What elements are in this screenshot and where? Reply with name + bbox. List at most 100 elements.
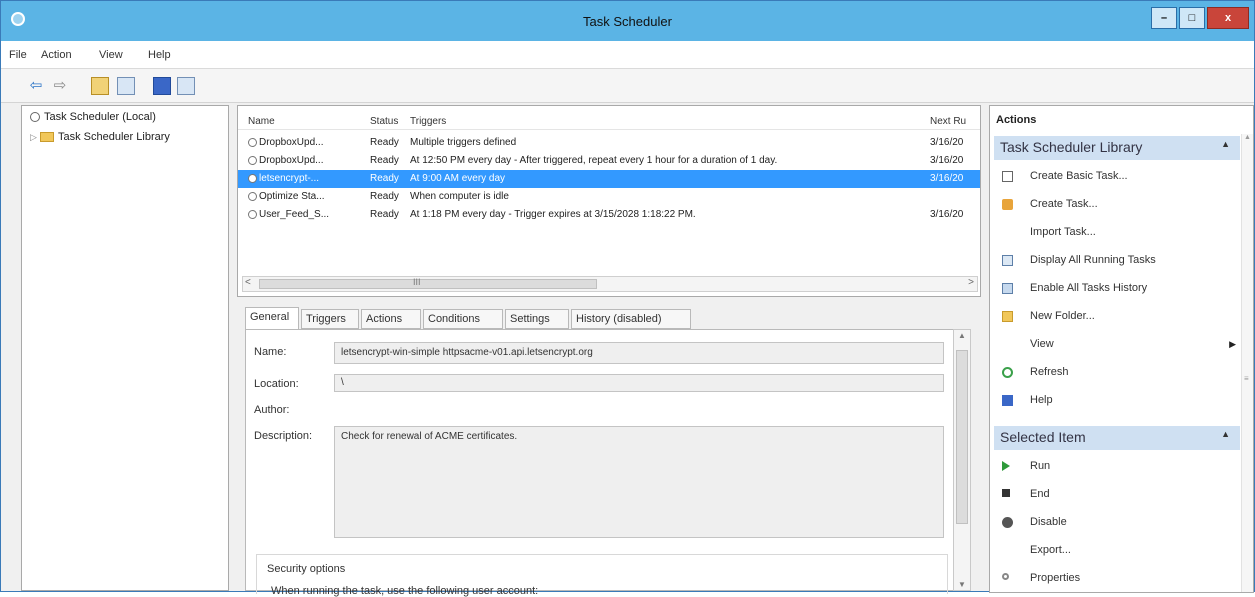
- task-triggers: At 1:18 PM every day - Trigger expires a…: [410, 209, 696, 220]
- task-clock-icon: [248, 155, 257, 165]
- task-status: Ready: [370, 173, 399, 184]
- action-help[interactable]: Help: [994, 386, 1240, 414]
- action-refresh[interactable]: Refresh: [994, 358, 1240, 386]
- name-label: Name:: [254, 346, 287, 358]
- section-task-scheduler-library[interactable]: Task Scheduler Library ▲: [994, 136, 1240, 160]
- actions-vertical-scrollbar[interactable]: ▲ ≡: [1241, 134, 1253, 592]
- task-name: DropboxUpd...: [259, 155, 324, 166]
- task-row[interactable]: User_Feed_S... Ready At 1:18 PM every da…: [238, 206, 980, 224]
- section-selected-item[interactable]: Selected Item ▲: [994, 426, 1240, 450]
- task-next-run: 3/16/20: [930, 155, 964, 166]
- tab-settings[interactable]: Settings: [505, 309, 569, 329]
- tree-item-library-label: Task Scheduler Library: [58, 131, 170, 143]
- action-label: Run: [1030, 460, 1051, 472]
- action-view[interactable]: View ▶: [994, 330, 1240, 358]
- properties-icon: [1002, 573, 1009, 580]
- task-location-field[interactable]: \: [334, 374, 944, 392]
- collapse-caret-icon[interactable]: ▲: [1221, 139, 1230, 149]
- refresh-icon: [1002, 367, 1013, 378]
- scroll-down-arrow-icon[interactable]: ▼: [958, 580, 966, 589]
- detail-vertical-scrollbar[interactable]: ▲ ▼: [953, 329, 971, 591]
- tree-item-local-label: Task Scheduler (Local): [44, 111, 156, 123]
- new-folder-icon: [1002, 311, 1013, 322]
- task-next-run: 3/16/20: [930, 209, 964, 220]
- scrollbar-thumb[interactable]: [956, 350, 968, 524]
- window-title: Task Scheduler: [583, 14, 672, 29]
- close-button[interactable]: x: [1207, 7, 1249, 29]
- task-row[interactable]: Optimize Sta... Ready When computer is i…: [238, 188, 980, 206]
- expander-icon[interactable]: ▷: [30, 128, 40, 146]
- tree-item-local[interactable]: Task Scheduler (Local): [30, 108, 156, 126]
- task-triggers: When computer is idle: [410, 191, 509, 202]
- task-description-field[interactable]: Check for renewal of ACME certificates.: [334, 426, 944, 538]
- task-next-run: 3/16/20: [930, 137, 964, 148]
- action-enable-tasks-history[interactable]: Enable All Tasks History: [994, 274, 1240, 302]
- minimize-button[interactable]: –: [1151, 7, 1177, 29]
- back-arrow-icon[interactable]: ⇦: [25, 75, 47, 97]
- scroll-left-arrow-icon[interactable]: <: [245, 277, 251, 288]
- scrollbar-thumb[interactable]: [259, 279, 597, 289]
- tab-conditions[interactable]: Conditions: [423, 309, 503, 329]
- action-label: Display All Running Tasks: [1030, 254, 1156, 266]
- scroll-right-arrow-icon[interactable]: >: [968, 277, 974, 288]
- show-hide-action-pane-icon[interactable]: [177, 77, 195, 95]
- menu-bar: File Action View Help: [1, 41, 1254, 69]
- action-disable[interactable]: Disable: [994, 508, 1240, 536]
- disable-icon: [1002, 517, 1013, 528]
- clock-icon: [30, 112, 40, 123]
- column-status[interactable]: Status: [370, 116, 398, 127]
- action-display-running-tasks[interactable]: Display All Running Tasks: [994, 246, 1240, 274]
- menu-file[interactable]: File: [9, 49, 27, 61]
- task-name: User_Feed_S...: [259, 209, 330, 220]
- tasks-history-icon: [1002, 283, 1013, 294]
- action-create-task[interactable]: Create Task...: [994, 190, 1240, 218]
- action-label: Refresh: [1030, 366, 1069, 378]
- task-row[interactable]: DropboxUpd... Ready At 12:50 PM every da…: [238, 152, 980, 170]
- column-next-run[interactable]: Next Ru: [930, 116, 966, 127]
- task-name: letsencrypt-...: [259, 173, 320, 184]
- task-row[interactable]: DropboxUpd... Ready Multiple triggers de…: [238, 134, 980, 152]
- action-export[interactable]: Export...: [994, 536, 1240, 564]
- help-icon: [1002, 395, 1013, 406]
- menu-view[interactable]: View: [99, 49, 123, 61]
- tab-actions[interactable]: Actions: [361, 309, 421, 329]
- section-title: Task Scheduler Library: [1000, 139, 1143, 155]
- tab-general[interactable]: General: [245, 307, 299, 331]
- task-name-field[interactable]: letsencrypt-win-simple httpsacme-v01.api…: [334, 342, 944, 364]
- action-label: New Folder...: [1030, 310, 1095, 322]
- scrollbar-grip-icon: III: [413, 277, 421, 287]
- task-list: Name Status Triggers Next Ru DropboxUpd.…: [237, 105, 981, 297]
- action-label: Create Basic Task...: [1030, 170, 1128, 182]
- action-import-task[interactable]: Import Task...: [994, 218, 1240, 246]
- collapse-caret-icon[interactable]: ▲: [1221, 429, 1230, 439]
- action-end[interactable]: End: [994, 480, 1240, 508]
- title-bar[interactable]: Task Scheduler – □ x: [1, 1, 1254, 41]
- action-label: Disable: [1030, 516, 1067, 528]
- column-triggers[interactable]: Triggers: [410, 116, 446, 127]
- run-icon: [1002, 461, 1010, 471]
- tab-triggers[interactable]: Triggers: [301, 309, 359, 329]
- task-list-horizontal-scrollbar[interactable]: < III >: [242, 276, 978, 292]
- show-hide-console-tree-icon[interactable]: [117, 77, 135, 95]
- location-label: Location:: [254, 378, 299, 390]
- menu-help[interactable]: Help: [148, 49, 171, 61]
- action-run[interactable]: Run: [994, 452, 1240, 480]
- action-new-folder[interactable]: New Folder...: [994, 302, 1240, 330]
- tab-history[interactable]: History (disabled): [571, 309, 691, 329]
- forward-arrow-icon[interactable]: ⇨: [49, 75, 71, 97]
- scroll-up-arrow-icon[interactable]: ▲: [958, 331, 966, 340]
- tree-item-library[interactable]: ▷ Task Scheduler Library: [30, 128, 170, 146]
- action-label: Enable All Tasks History: [1030, 282, 1148, 294]
- scroll-up-arrow-icon[interactable]: ▲: [1244, 134, 1251, 141]
- action-properties[interactable]: Properties: [994, 564, 1240, 592]
- menu-action[interactable]: Action: [41, 49, 72, 61]
- action-create-basic-task[interactable]: Create Basic Task...: [994, 162, 1240, 190]
- help-icon[interactable]: [153, 77, 171, 95]
- column-name[interactable]: Name: [248, 116, 275, 127]
- up-folder-icon[interactable]: [91, 77, 109, 95]
- task-clock-icon: [248, 191, 257, 201]
- submenu-arrow-icon: ▶: [1229, 339, 1236, 349]
- create-task-icon: [1002, 199, 1013, 210]
- task-row-selected[interactable]: letsencrypt-... Ready At 9:00 AM every d…: [238, 170, 980, 188]
- maximize-button[interactable]: □: [1179, 7, 1205, 29]
